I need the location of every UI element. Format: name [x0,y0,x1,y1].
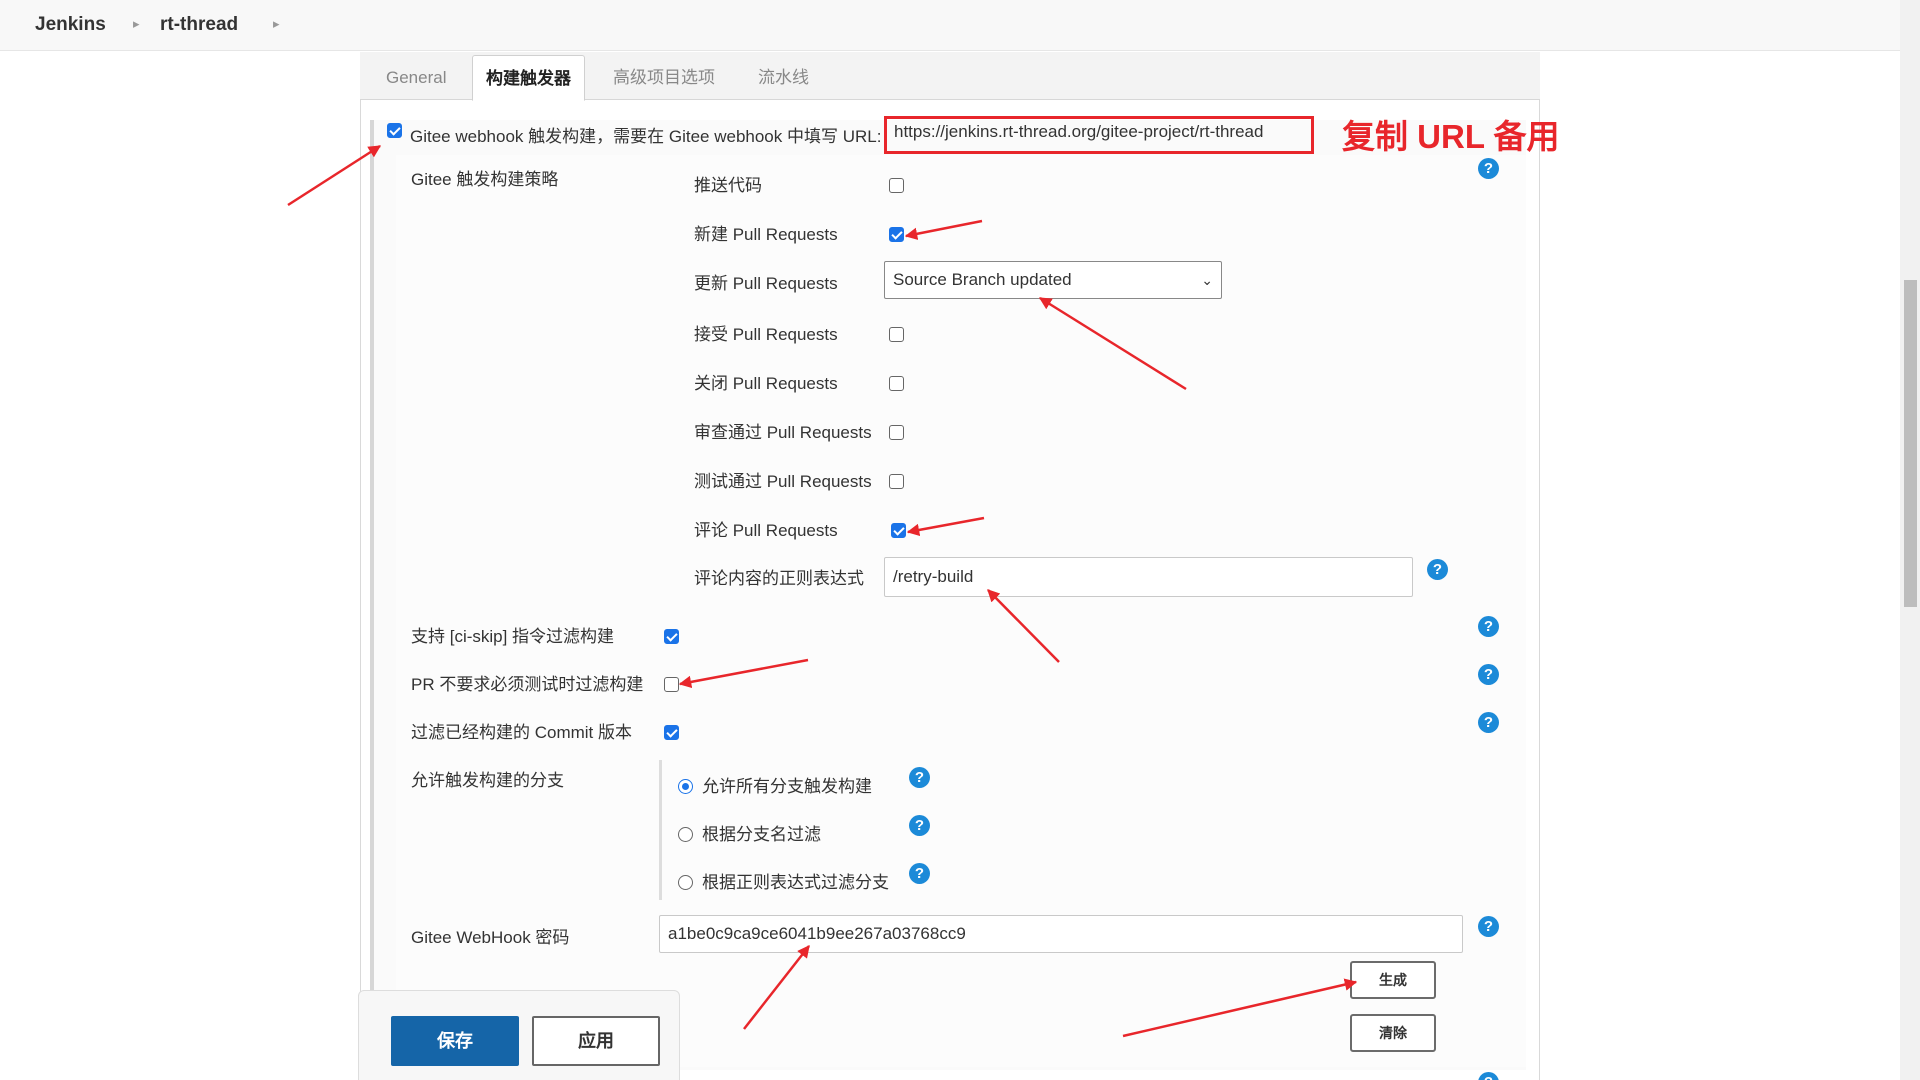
page-scrollbar[interactable] [1900,0,1920,1080]
breadcrumb-jenkins[interactable]: Jenkins [35,14,106,36]
new-pr-checkbox[interactable] [889,227,904,242]
chevron-down-icon: ⌄ [1201,272,1213,288]
tab-pipeline[interactable]: 流水线 [745,55,822,101]
branches-divider [659,760,662,900]
update-pr-select[interactable]: Source Branch updated ⌄ [884,261,1222,299]
close-pr-label: 关闭 Pull Requests [694,374,838,393]
comment-regex-input[interactable]: /retry-build [884,557,1413,597]
branch-regex-filter-label: 根据正则表达式过滤分支 [702,873,889,892]
comment-regex-label: 评论内容的正则表达式 [694,569,864,588]
all-branches-radio[interactable] [678,779,693,794]
save-button[interactable]: 保存 [391,1016,519,1066]
pr-no-test-help-icon[interactable]: ? [1478,664,1499,685]
new-pr-label: 新建 Pull Requests [694,225,838,244]
push-code-checkbox[interactable] [889,178,904,193]
clear-button[interactable]: 清除 [1350,1014,1436,1052]
update-pr-selected-value: Source Branch updated [893,270,1072,289]
comment-pr-checkbox[interactable] [891,523,906,538]
ci-skip-checkbox[interactable] [664,629,679,644]
breadcrumb-project[interactable]: rt-thread [160,14,238,36]
pr-no-test-checkbox[interactable] [664,677,679,692]
branch-name-filter-label: 根据分支名过滤 [702,825,821,844]
strategy-help-icon[interactable]: ? [1478,158,1499,179]
branch-regex-filter-radio[interactable] [678,875,693,890]
branch-name-filter-radio[interactable] [678,827,693,842]
test-pr-label: 测试通过 Pull Requests [694,472,872,491]
apply-button[interactable]: 应用 [532,1016,660,1066]
copy-url-note: 复制 URL 备用 [1342,118,1560,155]
comment-regex-help-icon[interactable]: ? [1427,559,1448,580]
ci-skip-help-icon[interactable]: ? [1478,616,1499,637]
review-pr-label: 审查通过 Pull Requests [694,423,872,442]
url-highlight-box [884,116,1314,154]
review-pr-checkbox[interactable] [889,425,904,440]
accept-pr-label: 接受 Pull Requests [694,325,838,344]
filter-commit-help-icon[interactable]: ? [1478,712,1499,733]
test-pr-checkbox[interactable] [889,474,904,489]
gitee-webhook-label: Gitee webhook 触发构建，需要在 Gitee webhook 中填写… [410,127,882,146]
top-header [0,0,1900,51]
webhook-secret-label: Gitee WebHook 密码 [411,928,570,947]
tab-build-triggers[interactable]: 构建触发器 [472,55,585,101]
push-code-label: 推送代码 [694,176,762,195]
filter-commit-label: 过滤已经构建的 Commit 版本 [411,723,632,742]
webhook-secret-input[interactable]: a1be0c9ca9ce6041b9ee267a03768cc9 [659,915,1463,953]
all-branches-help-icon[interactable]: ? [909,767,930,788]
generate-button[interactable]: 生成 [1350,961,1436,999]
filter-commit-checkbox[interactable] [664,725,679,740]
scrollbar-thumb[interactable] [1904,280,1917,607]
strategy-label: Gitee 触发构建策略 [411,170,559,189]
pr-no-test-label: PR 不要求必须测试时过滤构建 [411,675,644,694]
branches-label: 允许触发构建的分支 [411,771,564,790]
branch-name-filter-help-icon[interactable]: ? [909,815,930,836]
gitee-webhook-checkbox[interactable] [387,123,402,138]
close-pr-checkbox[interactable] [889,376,904,391]
comment-pr-label: 评论 Pull Requests [694,521,838,540]
webhook-secret-help-icon[interactable]: ? [1478,916,1499,937]
ci-skip-label: 支持 [ci-skip] 指令过滤构建 [411,627,615,646]
branch-regex-filter-help-icon[interactable]: ? [909,863,930,884]
accept-pr-checkbox[interactable] [889,327,904,342]
all-branches-label: 允许所有分支触发构建 [702,777,872,796]
tab-advanced-options[interactable]: 高级项目选项 [600,55,728,101]
update-pr-label: 更新 Pull Requests [694,274,838,293]
breadcrumb-separator-icon[interactable]: ▸ [133,16,140,32]
breadcrumb-dropdown-icon[interactable]: ▸ [273,16,280,32]
tab-general[interactable]: General [373,55,459,101]
